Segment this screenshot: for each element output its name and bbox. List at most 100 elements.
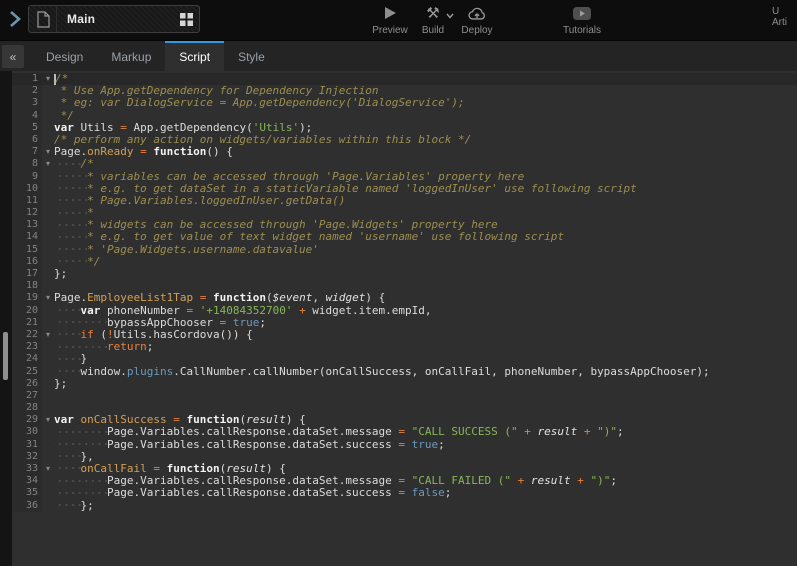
code-line[interactable]: 25 window.plugins.CallNumber.callNumber(… [12, 366, 797, 378]
current-page-name: Main [57, 12, 173, 26]
line-number: 34 [12, 475, 42, 487]
code-text: * 'Page.Widgets.username.datavalue' [54, 244, 797, 256]
code-text: * Page.Variables.loggedInUser.getData() [54, 195, 797, 207]
code-text: }; [54, 378, 797, 390]
fold-spacer [42, 475, 54, 487]
fold-spacer [42, 110, 54, 122]
line-number: 32 [12, 451, 42, 463]
code-text: * eg: var DialogService = App.getDepende… [54, 97, 797, 109]
code-line[interactable]: 3 * eg: var DialogService = App.getDepen… [12, 97, 797, 109]
build-button[interactable]: ⚒ Build [410, 4, 456, 36]
fold-spacer [42, 451, 54, 463]
line-number: 17 [12, 268, 42, 280]
collapsed-left-rail [0, 71, 12, 566]
code-line[interactable]: 15 * 'Page.Widgets.username.datavalue' [12, 244, 797, 256]
tab-markup[interactable]: Markup [97, 41, 165, 71]
tab-style[interactable]: Style [224, 41, 279, 71]
deploy-label: Deploy [451, 25, 503, 36]
fold-spacer [42, 195, 54, 207]
fold-spacer [42, 219, 54, 231]
rail-scrollbar-thumb[interactable] [3, 332, 8, 380]
studio-window: Main Preview ⚒ Build Deploy [0, 0, 797, 566]
line-number: 11 [12, 195, 42, 207]
code-line[interactable]: 31 Page.Variables.callResponse.dataSet.s… [12, 439, 797, 451]
fold-spacer [42, 426, 54, 438]
line-number: 28 [12, 402, 42, 414]
code-text [54, 390, 797, 402]
line-number: 23 [12, 341, 42, 353]
line-number: 33 [12, 463, 42, 475]
fold-spacer [42, 97, 54, 109]
collapse-left-icon[interactable]: « [2, 45, 24, 68]
fold-spacer [42, 256, 54, 268]
line-number: 15 [12, 244, 42, 256]
build-tools-icon: ⚒ [410, 4, 456, 22]
line-number: 3 [12, 97, 42, 109]
line-number: 29 [12, 414, 42, 426]
fold-arrow-icon[interactable]: ▾ [42, 158, 54, 170]
fold-arrow-icon[interactable]: ▾ [42, 329, 54, 341]
line-number: 14 [12, 231, 42, 243]
line-number: 8 [12, 158, 42, 170]
deploy-button[interactable]: Deploy [451, 4, 503, 36]
code-line[interactable]: 27 [12, 390, 797, 402]
page-file-icon [29, 6, 57, 32]
code-line[interactable]: 11 * Page.Variables.loggedInUser.getData… [12, 195, 797, 207]
code-line[interactable]: 7▾Page.onReady = function() { [12, 146, 797, 158]
line-number: 27 [12, 390, 42, 402]
code-line[interactable]: 35 Page.Variables.callResponse.dataSet.s… [12, 487, 797, 499]
fold-spacer [42, 500, 54, 512]
fold-spacer [42, 207, 54, 219]
page-switcher[interactable]: Main [28, 5, 200, 33]
fold-arrow-icon[interactable]: ▾ [42, 414, 54, 426]
fold-spacer [42, 378, 54, 390]
tabs: Design Markup Script Style [32, 41, 279, 71]
fold-spacer [42, 231, 54, 243]
line-number: 25 [12, 366, 42, 378]
fold-spacer [42, 305, 54, 317]
fold-spacer [42, 183, 54, 195]
fold-arrow-icon[interactable]: ▾ [42, 146, 54, 158]
code-line[interactable]: 17}; [12, 268, 797, 280]
tab-design[interactable]: Design [32, 41, 97, 71]
expand-panel-chevron-icon[interactable] [7, 9, 23, 29]
fold-spacer [42, 402, 54, 414]
fold-arrow-icon[interactable]: ▾ [42, 463, 54, 475]
preview-button[interactable]: Preview [364, 4, 416, 36]
code-text: */ [54, 256, 797, 268]
line-number: 21 [12, 317, 42, 329]
fold-spacer [42, 122, 54, 134]
code-line[interactable]: 16 */ [12, 256, 797, 268]
code-text: Page.onReady = function() { [54, 146, 797, 158]
build-label: Build [410, 25, 456, 36]
line-number: 5 [12, 122, 42, 134]
line-number: 7 [12, 146, 42, 158]
clipped-toolbar-label[interactable]: U Arti [772, 6, 796, 28]
tab-script[interactable]: Script [165, 41, 224, 71]
line-number: 18 [12, 280, 42, 292]
cloud-upload-icon [451, 4, 503, 22]
code-text: Page.Variables.callResponse.dataSet.succ… [54, 439, 797, 451]
code-text: Page.Variables.callResponse.dataSet.succ… [54, 487, 797, 499]
fold-arrow-icon[interactable]: ▾ [42, 73, 54, 85]
code-line[interactable]: 36 }; [12, 500, 797, 512]
line-number: 9 [12, 171, 42, 183]
line-number: 4 [12, 110, 42, 122]
line-number: 10 [12, 183, 42, 195]
tutorials-label: Tutorials [556, 25, 608, 36]
code-text: if (!Utils.hasCordova()) { [54, 329, 797, 341]
line-number: 2 [12, 85, 42, 97]
code-text: }; [54, 500, 797, 512]
line-number: 36 [12, 500, 42, 512]
line-number: 31 [12, 439, 42, 451]
code-text: return; [54, 341, 797, 353]
code-line[interactable]: 23 return; [12, 341, 797, 353]
script-editor[interactable]: 1▾/*2 * Use App.getDependency for Depend… [0, 71, 797, 566]
fold-spacer [42, 487, 54, 499]
fold-spacer [42, 268, 54, 280]
fold-arrow-icon[interactable]: ▾ [42, 292, 54, 304]
code-text: }; [54, 268, 797, 280]
code-line[interactable]: 26}; [12, 378, 797, 390]
tutorials-button[interactable]: Tutorials [556, 4, 608, 36]
pages-grid-icon[interactable] [173, 13, 199, 26]
